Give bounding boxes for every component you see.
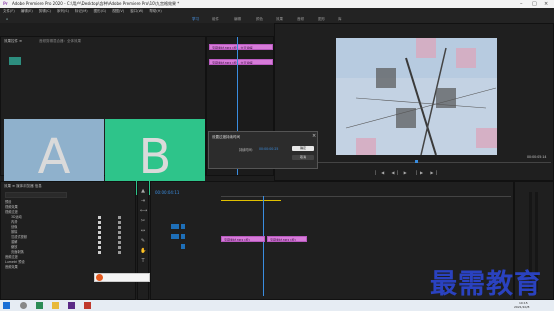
menu-marker[interactable]: 标记(M) (75, 9, 88, 13)
tree-item[interactable]: 音频效果 (1, 265, 140, 270)
program-playhead[interactable] (415, 160, 418, 163)
effect-controls-panel: 效果控件 ≡ 音频剪辑混合器：全体效果 A B (0, 36, 206, 195)
yuv-icon (118, 216, 121, 219)
task-view-icon[interactable] (36, 302, 43, 309)
window-title: Adobe Premiere Pro 2020 - C:\用户\Desktop\… (12, 1, 180, 6)
transport-controls[interactable]: ▏◀ ◀▏▶ ▕▶ ▶▏ (375, 170, 443, 175)
program-video-frame (336, 38, 497, 155)
duration-label: 持续时间： (239, 148, 255, 152)
timeline-clip-b[interactable]: 宝藏素材.MP4 [视] (267, 236, 307, 242)
accelerated-icon (98, 236, 101, 239)
workspace-tab-graphics[interactable]: 图形 (318, 15, 325, 23)
menu-help[interactable]: 帮助(H) (149, 9, 161, 13)
transition-duration-dialog: 设置过渡持续时间 × 持续时间： 00:00:00:25 确定 取消 (208, 131, 318, 169)
track-a1-toggle[interactable] (171, 234, 179, 239)
menu-window[interactable]: 窗口(W) (130, 9, 143, 13)
timeline-timecode: 00:00:04:11 (155, 190, 180, 195)
yuv-icon (118, 251, 121, 254)
minimize-icon[interactable]: – (520, 0, 523, 8)
pen-tool-icon[interactable]: ✎ (140, 238, 146, 244)
yuv-icon (118, 231, 121, 234)
yuv-icon (118, 221, 121, 224)
track-v1-sync[interactable] (181, 224, 185, 229)
menu-graphics[interactable]: 图形(G) (94, 9, 106, 13)
transition-clip-top[interactable]: 宝藏素材.MP4 [视] - 交叉溶解 (209, 44, 273, 50)
workspace-bar: ⌂ 学习 组件 编辑 颜色 效果 音频 图形 库 (0, 15, 554, 23)
menu-sequence[interactable]: 序列(S) (57, 9, 69, 13)
premiere-logo-icon: Pr (3, 1, 8, 6)
accelerated-icon (98, 226, 101, 229)
transition-clip-bottom[interactable]: 宝藏素材.MP4 [视] - 交叉溶解 (209, 59, 273, 65)
track-select-icon[interactable]: ⇥ (140, 198, 146, 204)
close-icon[interactable]: × (544, 0, 548, 8)
work-area-bar[interactable] (221, 200, 281, 201)
home-icon[interactable]: ⌂ (6, 15, 8, 23)
windows-start-icon[interactable] (3, 302, 10, 309)
type-tool-icon[interactable]: T (140, 258, 146, 264)
timeline-playhead[interactable] (263, 196, 264, 296)
menu-bar: 文件(F) 编辑(E) 剪辑(C) 序列(S) 标记(M) 图形(G) 视图(V) 窗口(W)… (0, 8, 554, 15)
track-a1-sync[interactable] (181, 234, 185, 239)
track-a2-sync[interactable] (181, 244, 185, 249)
accelerated-icon (98, 216, 101, 219)
watermark-text: 最需教育 (430, 269, 542, 300)
app-taskbar-icon[interactable] (84, 302, 91, 309)
selection-tool-icon[interactable]: ▲ (140, 188, 146, 194)
workspace-tab-audio[interactable]: 音频 (297, 15, 304, 23)
menu-edit[interactable]: 编辑(E) (21, 9, 33, 13)
effects-search-input[interactable] (5, 192, 67, 198)
ok-button[interactable]: 确定 (292, 146, 314, 151)
hand-tool-icon[interactable]: ✋ (140, 248, 146, 254)
workspace-tab-libraries[interactable]: 库 (338, 15, 342, 23)
windows-taskbar: 10:15 2021/10/8 (0, 300, 554, 311)
dialog-title: 设置过渡持续时间 (212, 135, 240, 139)
yuv-icon (118, 226, 121, 229)
menu-view[interactable]: 视图(V) (112, 9, 124, 13)
accelerated-icon (98, 241, 101, 244)
ripple-edit-icon[interactable]: ⟷ (140, 208, 147, 214)
ime-logo-icon (96, 274, 103, 281)
accelerated-icon (98, 231, 101, 234)
premiere-taskbar-icon[interactable] (68, 302, 75, 309)
search-icon[interactable] (20, 302, 27, 309)
maximize-icon[interactable]: □ (532, 0, 537, 8)
dialog-close-icon[interactable]: × (312, 133, 316, 139)
clip-thumbnail (9, 57, 21, 65)
effects-tree: 预设 视频效果 视频过渡 3D运动 内滑 划像 擦除 沉浸式视频 溶解 缩放 页… (1, 200, 137, 300)
effects-panel: 效果 ≡ 媒体浏览器 信息 预设 视频效果 视频过渡 3D运动 内滑 划像 擦除… (0, 181, 136, 300)
letter-b: B (138, 129, 172, 185)
time-ruler[interactable] (221, 196, 511, 197)
effect-controls-tab[interactable]: 效果控件 ≡ (4, 39, 22, 44)
audio-mixer-tab[interactable]: 音频剪辑混合器：全体效果 (39, 39, 81, 44)
effects-panel-tabs[interactable]: 效果 ≡ 媒体浏览器 信息 (4, 184, 42, 189)
yuv-icon (118, 241, 121, 244)
workspace-tab-editing[interactable]: 编辑 (234, 15, 241, 23)
accelerated-icon (98, 221, 101, 224)
clock-date: 2021/10/8 (514, 305, 530, 309)
accelerated-icon (98, 251, 101, 254)
slip-tool-icon[interactable]: ↔ (140, 228, 146, 234)
tools-panel: ▲ ⇥ ⟷ ✂ ↔ ✎ ✋ T (137, 181, 149, 300)
duration-value[interactable]: 00:00:00:25 (259, 147, 278, 151)
menu-clip[interactable]: 剪辑(C) (39, 9, 51, 13)
workspace-tab-effects[interactable]: 效果 (276, 15, 283, 23)
track-v1-toggle[interactable] (171, 224, 179, 229)
menu-file[interactable]: 文件(F) (3, 9, 15, 13)
razor-tool-icon[interactable]: ✂ (140, 218, 146, 224)
window-titlebar: Pr Adobe Premiere Pro 2020 - C:\用户\Deskt… (0, 0, 554, 8)
ime-toolbar[interactable] (94, 273, 150, 282)
file-explorer-icon[interactable] (52, 302, 59, 309)
program-timecode-right: 00:00:05:14 (527, 155, 547, 159)
workspace-tab-assembly[interactable]: 组件 (212, 15, 219, 23)
yuv-icon (118, 236, 121, 239)
workspace-tab-color[interactable]: 颜色 (256, 15, 263, 23)
timeline-clip-a[interactable]: 宝藏素材.MP4 [视] (221, 236, 265, 242)
letter-a: A (37, 129, 71, 185)
workspace-tab-learn[interactable]: 学习 (192, 15, 199, 23)
track-headers (171, 224, 216, 264)
accelerated-icon (98, 246, 101, 249)
yuv-icon (118, 246, 121, 249)
cancel-button[interactable]: 取消 (292, 155, 314, 160)
